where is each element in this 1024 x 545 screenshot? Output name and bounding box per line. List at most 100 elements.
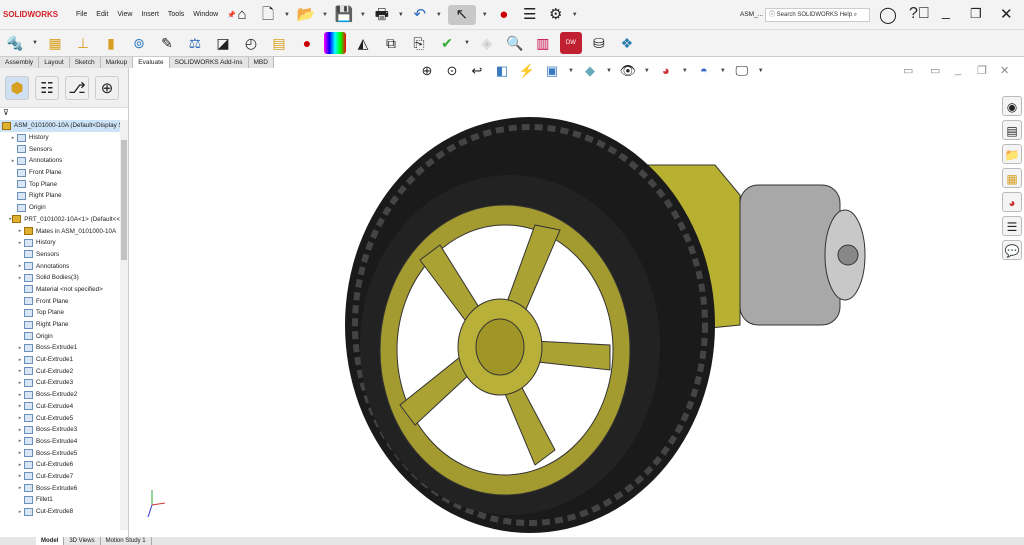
apply-scene-icon[interactable]: ◓ <box>695 62 713 80</box>
tree-item[interactable]: Right Plane <box>0 319 120 331</box>
search-input[interactable]: ⓘ Search SOLIDWORKS Help ⌕ <box>765 8 870 22</box>
menu-file[interactable]: File <box>76 11 87 19</box>
custom-properties-icon[interactable]: ☰ <box>1002 216 1022 236</box>
expand-icon[interactable]: ▸ <box>16 485 24 491</box>
tree-item[interactable]: ▸ Annotations <box>0 260 120 272</box>
tree-item[interactable]: ▸ Cut-Extrude7 <box>0 471 120 483</box>
tab-sketch[interactable]: Sketch <box>69 57 101 68</box>
hole-alignment-icon[interactable]: ▮ <box>100 32 122 54</box>
fastener-icon[interactable]: 🔩 <box>4 32 26 54</box>
interference-icon[interactable]: ▦ <box>44 32 66 54</box>
select-icon[interactable]: ↖ <box>447 5 476 25</box>
view-settings-icon[interactable]: 🖵 <box>733 62 751 80</box>
open-icon[interactable]: 📂 <box>296 5 316 25</box>
tab-solidworks-add-ins[interactable]: SOLIDWORKS Add-Ins <box>169 57 249 68</box>
tree-item[interactable]: Top Plane <box>0 178 120 190</box>
check-references-icon[interactable]: ✔ <box>436 32 458 54</box>
tree-scrollbar[interactable] <box>120 120 128 530</box>
tree-item[interactable]: ▸ Boss-Extrude3 <box>0 424 120 436</box>
minimize-doc-icon[interactable]: _ <box>955 64 961 76</box>
tree-item[interactable]: ▸ Boss-Extrude2 <box>0 389 120 401</box>
expand-icon[interactable]: ▸ <box>16 275 24 281</box>
display-style-icon[interactable]: ◆ <box>581 62 599 80</box>
expand-icon[interactable]: ▸ <box>16 392 24 398</box>
edit-appearance-icon[interactable]: ◕ <box>657 62 675 80</box>
expand-icon[interactable]: ▸ <box>16 427 24 433</box>
menu-view[interactable]: View <box>117 11 132 19</box>
sustainability-icon[interactable]: ⛁ <box>588 32 610 54</box>
forum-icon[interactable]: 💬 <box>1002 240 1022 260</box>
symmetry-icon[interactable]: ◭ <box>352 32 374 54</box>
statistics-icon[interactable]: ▤ <box>268 32 290 54</box>
filter-icon[interactable]: ⊽ <box>0 108 128 119</box>
tree-item[interactable]: Front Plane <box>0 167 120 179</box>
sensor-icon[interactable]: ◴ <box>240 32 262 54</box>
restore-icon[interactable]: ❐ <box>970 6 982 22</box>
tree-item[interactable]: Right Plane <box>0 190 120 202</box>
close-doc-icon[interactable]: ✕ <box>1000 64 1009 77</box>
tree-item[interactable]: ▸ Annotations <box>0 155 120 167</box>
tree-item[interactable]: ▸ Cut-Extrude8 <box>0 506 120 518</box>
model-viewport[interactable] <box>140 85 1000 535</box>
performance-icon[interactable]: ⎘ <box>408 32 430 54</box>
tree-item[interactable]: ▸ Boss-Extrude6 <box>0 482 120 494</box>
menu-tools[interactable]: Tools <box>168 11 184 19</box>
tab-mbd[interactable]: MBD <box>248 57 274 68</box>
tree-item[interactable]: ▸ History <box>0 237 120 249</box>
undo-icon[interactable]: ↶ <box>410 5 430 25</box>
bottom-tab-model[interactable]: Model <box>36 537 65 545</box>
expand-icon[interactable]: ▸ <box>16 345 24 351</box>
expand-icon[interactable]: ▸ <box>16 240 24 246</box>
tree-item[interactable]: ▸ History <box>0 132 120 144</box>
rebuild-icon[interactable]: ● <box>494 5 514 25</box>
bottom-tab-motion-study-1[interactable]: Motion Study 1 <box>101 537 152 545</box>
print-icon[interactable]: 🖶 <box>372 5 392 25</box>
tree-item[interactable]: Fillet1 <box>0 494 120 506</box>
close-icon[interactable]: ✕ <box>1000 5 1013 23</box>
menu-edit[interactable]: Edit <box>96 11 108 19</box>
zoom-to-fit-icon[interactable]: ⊕ <box>418 62 436 80</box>
tree-item[interactable]: ▸ Boss-Extrude5 <box>0 447 120 459</box>
tree-item[interactable]: ▸ Cut-Extrude5 <box>0 412 120 424</box>
clearance-icon[interactable]: ⊥ <box>72 32 94 54</box>
tile-horizontal-icon[interactable]: ▭ <box>903 64 913 77</box>
expand-icon[interactable]: ▸ <box>16 357 24 363</box>
costing-icon[interactable]: DW <box>559 32 582 54</box>
measure-icon[interactable]: ⊚ <box>128 32 150 54</box>
bottom-tab-3d-views[interactable]: 3D Views <box>64 537 101 545</box>
hide-show-icon[interactable]: 👁 <box>619 62 637 80</box>
expand-icon[interactable]: ▸ <box>16 380 24 386</box>
view-orientation-icon[interactable]: ▣ <box>543 62 561 80</box>
tab-evaluate[interactable]: Evaluate <box>133 57 170 68</box>
tree-item[interactable]: ▸ Cut-Extrude4 <box>0 401 120 413</box>
expand-icon[interactable]: ▸ <box>16 462 24 468</box>
tree-item[interactable]: Material <not specified> <box>0 284 120 296</box>
view-palette-icon[interactable]: ▦ <box>1002 168 1022 188</box>
tab-assembly[interactable]: Assembly <box>0 57 40 68</box>
compare-icon[interactable]: ⧉ <box>380 32 402 54</box>
tree-item[interactable]: Origin <box>0 330 120 342</box>
section-view-icon[interactable]: ◧ <box>493 62 511 80</box>
tree-item[interactable]: ▸ Boss-Extrude4 <box>0 436 120 448</box>
tab-markup[interactable]: Markup <box>100 57 134 68</box>
appearances-icon[interactable]: ◕ <box>1002 192 1022 212</box>
expand-icon[interactable]: ▸ <box>16 450 24 456</box>
tab-layout[interactable]: Layout <box>39 57 70 68</box>
gear-icon[interactable]: ⚙ <box>546 5 566 25</box>
configuration-tab-icon[interactable]: ⎇ <box>65 75 89 100</box>
expand-icon[interactable]: ▸ <box>9 135 17 141</box>
help-button-icon[interactable]: ?⃝ <box>909 5 930 23</box>
restore-doc-icon[interactable]: ❐ <box>977 64 987 77</box>
tree-item[interactable]: ▸ Boss-Extrude1 <box>0 342 120 354</box>
tree-item[interactable]: Front Plane <box>0 295 120 307</box>
curvature-icon[interactable] <box>323 32 346 54</box>
menu-window[interactable]: Window <box>193 11 218 19</box>
tile-vertical-icon[interactable]: ▭ <box>930 64 940 77</box>
tree-item[interactable]: ASM_0101000-10A (Default<Display S <box>0 120 120 132</box>
expand-icon[interactable]: ▸ <box>16 473 24 479</box>
expand-icon[interactable]: ▸ <box>16 438 24 444</box>
menu-insert[interactable]: Insert <box>141 11 159 19</box>
new-document-icon[interactable]: 🗋 <box>258 5 278 25</box>
file-properties-icon[interactable]: ☰ <box>520 5 540 25</box>
expand-icon[interactable]: ▸ <box>16 509 24 515</box>
